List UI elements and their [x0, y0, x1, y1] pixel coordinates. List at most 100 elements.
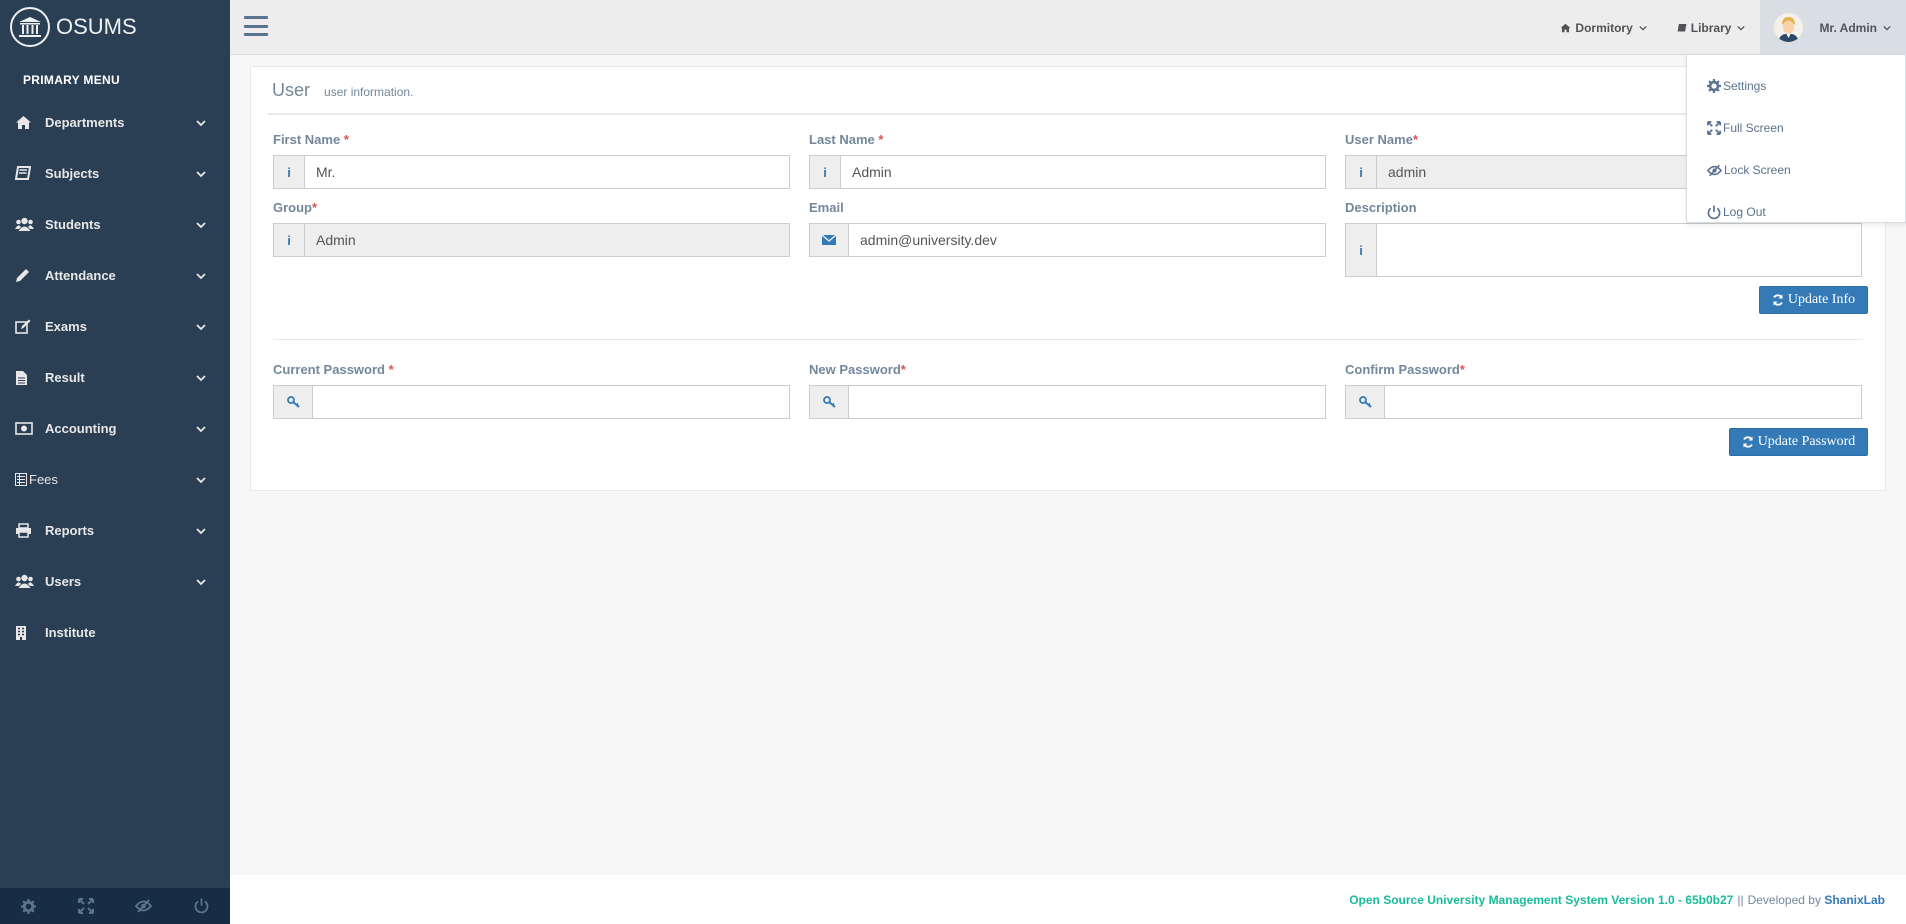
sidebar-item-students[interactable]: Students	[0, 199, 230, 250]
first-name-input[interactable]: Mr.	[305, 156, 789, 188]
current-password-input[interactable]	[313, 386, 789, 418]
money-icon	[15, 422, 45, 435]
sidebar-item-label: Result	[45, 370, 85, 385]
top-navbar: Dormitory Library Mr. Admin	[230, 0, 1906, 55]
top-nav-right: Dormitory Library Mr. Admin	[1545, 0, 1906, 55]
update-password-label: Update Password	[1757, 434, 1856, 449]
first-name-input-group: i Mr.	[273, 155, 790, 189]
info-icon: i	[810, 156, 841, 188]
gear-icon[interactable]	[0, 888, 58, 924]
sidebar-item-label: Institute	[45, 625, 96, 640]
group-label: Group*	[273, 200, 318, 215]
page-subtitle: user information.	[324, 85, 414, 99]
menu-item-fullscreen[interactable]: Full Screen	[1687, 107, 1905, 149]
eye-slash-icon[interactable]	[115, 888, 173, 924]
home-icon	[1561, 23, 1571, 32]
page-title: User	[272, 79, 311, 100]
sidebar-item-label: Subjects	[45, 166, 100, 181]
nav-dormitory[interactable]: Dormitory	[1545, 0, 1661, 55]
avatar	[1774, 13, 1804, 42]
book-icon	[1677, 23, 1687, 31]
menu-item-lock-label: Lock Screen	[1724, 163, 1791, 177]
sidebar: OSUMS PRIMARY MENU Departments Subjects …	[0, 0, 230, 924]
key-icon	[274, 386, 313, 418]
file-icon	[15, 370, 45, 386]
group-field-group: Group* i Admin	[273, 199, 790, 257]
user-panel: User user information. First Name * i Mr…	[250, 66, 1886, 491]
chevron-down-icon	[196, 374, 206, 381]
sidebar-item-label: Accounting	[45, 421, 117, 436]
panel-title: User user information.	[268, 67, 1879, 115]
update-info-label: Update Info	[1787, 292, 1856, 307]
confirm-password-group: Confirm Password*	[1345, 361, 1862, 419]
print-icon	[15, 523, 45, 538]
sidebar-item-accounting[interactable]: Accounting	[0, 403, 230, 454]
info-icon: i	[1346, 156, 1377, 188]
new-password-input-group	[809, 385, 1326, 419]
chevron-down-icon	[196, 425, 206, 432]
menu-item-fullscreen-label: Full Screen	[1723, 121, 1784, 135]
confirm-password-input-group	[1345, 385, 1862, 419]
info-icon: i	[274, 224, 305, 256]
power-icon[interactable]	[173, 888, 231, 924]
brand[interactable]: OSUMS	[0, 0, 230, 54]
new-password-input[interactable]	[849, 386, 1325, 418]
sidebar-item-departments[interactable]: Departments	[0, 97, 230, 148]
menu-item-settings[interactable]: Settings	[1687, 65, 1905, 107]
building-icon	[15, 625, 45, 641]
menu-item-lock[interactable]: Lock Screen	[1687, 149, 1905, 191]
last-name-input-group: i Admin	[809, 155, 1326, 189]
new-password-group: New Password*	[809, 361, 1326, 419]
list-icon	[15, 473, 29, 486]
chevron-down-icon	[196, 527, 206, 534]
menu-item-logout[interactable]: Log Out	[1687, 191, 1905, 233]
sidebar-item-label: Students	[45, 217, 101, 232]
chevron-down-icon	[196, 578, 206, 585]
sidebar-item-subjects[interactable]: Subjects	[0, 148, 230, 199]
chevron-down-icon	[196, 221, 206, 228]
info-icon: i	[274, 156, 305, 188]
nav-user-menu[interactable]: Mr. Admin	[1760, 0, 1906, 55]
users-icon	[15, 574, 45, 589]
user-dropdown-menu: Settings Full Screen Lock Screen Log Out	[1686, 55, 1906, 223]
edit-icon	[15, 319, 45, 334]
email-input[interactable]: admin@university.dev	[849, 224, 1325, 256]
sidebar-item-reports[interactable]: Reports	[0, 505, 230, 556]
new-password-label: New Password*	[809, 362, 906, 377]
last-name-input[interactable]: Admin	[841, 156, 1325, 188]
brand-title: OSUMS	[56, 14, 137, 39]
sidebar-item-exams[interactable]: Exams	[0, 301, 230, 352]
sidebar-item-label: Reports	[45, 523, 95, 538]
key-icon	[1346, 386, 1385, 418]
sidebar-item-result[interactable]: Result	[0, 352, 230, 403]
current-password-label: Current Password *	[273, 362, 394, 377]
chevron-down-icon	[1639, 25, 1647, 31]
refresh-icon	[1773, 294, 1783, 306]
power-icon	[1707, 205, 1721, 219]
last-name-group: Last Name * i Admin	[809, 131, 1326, 189]
sidebar-item-label: Exams	[45, 319, 87, 334]
nav-library-label: Library	[1690, 20, 1732, 35]
sidebar-item-label: Attendance	[45, 268, 116, 283]
sidebar-item-attendance[interactable]: Attendance	[0, 250, 230, 301]
page-footer: Open Source University Management System…	[230, 875, 1906, 924]
chevron-down-icon	[196, 323, 206, 330]
fullscreen-icon[interactable]	[58, 888, 116, 924]
confirm-password-label: Confirm Password*	[1345, 362, 1465, 377]
gear-icon	[1707, 79, 1721, 93]
nav-library[interactable]: Library	[1662, 0, 1761, 55]
sidebar-item-label: Departments	[45, 115, 125, 130]
menu-item-logout-label: Log Out	[1723, 205, 1766, 219]
update-info-button[interactable]: Update Info	[1759, 286, 1868, 314]
confirm-password-input[interactable]	[1385, 386, 1861, 418]
chevron-down-icon	[196, 170, 206, 177]
info-icon: i	[1346, 224, 1377, 276]
sidebar-item-fees[interactable]: Fees	[0, 454, 230, 505]
footer-developer-link[interactable]: ShanixLab	[1824, 893, 1885, 907]
sidebar-item-label: Users	[45, 574, 82, 589]
envelope-icon	[810, 224, 849, 256]
sidebar-item-users[interactable]: Users	[0, 556, 230, 607]
menu-toggle-icon[interactable]	[244, 14, 268, 38]
sidebar-item-institute[interactable]: Institute	[0, 607, 230, 658]
update-password-button[interactable]: Update Password	[1729, 428, 1868, 456]
